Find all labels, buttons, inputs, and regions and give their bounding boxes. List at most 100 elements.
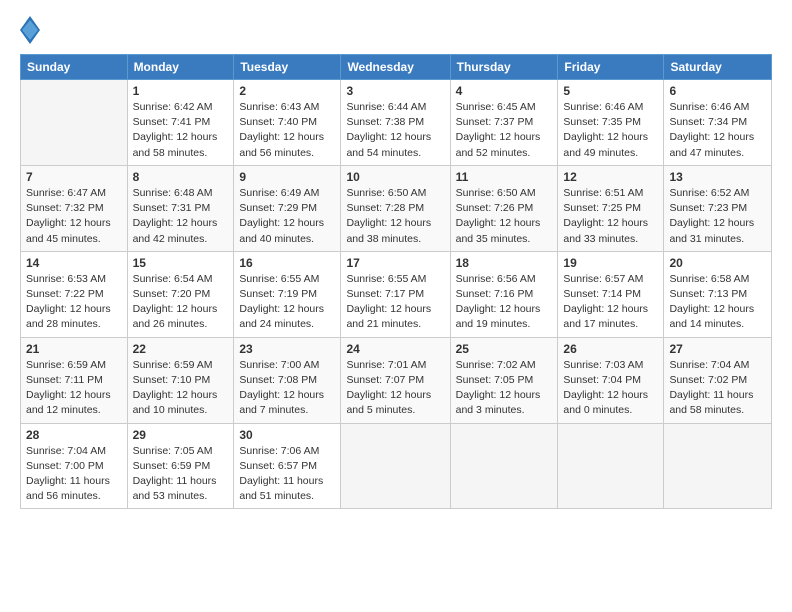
- day-info: Sunrise: 6:47 AMSunset: 7:32 PMDaylight:…: [26, 186, 122, 247]
- day-info: Sunrise: 6:58 AMSunset: 7:13 PMDaylight:…: [669, 272, 766, 333]
- day-info: Sunrise: 6:57 AMSunset: 7:14 PMDaylight:…: [563, 272, 658, 333]
- day-number: 19: [563, 256, 658, 270]
- day-info: Sunrise: 6:50 AMSunset: 7:26 PMDaylight:…: [456, 186, 553, 247]
- calendar-cell: 19 Sunrise: 6:57 AMSunset: 7:14 PMDayligh…: [558, 251, 664, 337]
- calendar-cell: 7 Sunrise: 6:47 AMSunset: 7:32 PMDaylight…: [21, 165, 128, 251]
- calendar-week-4: 21 Sunrise: 6:59 AMSunset: 7:11 PMDayligh…: [21, 337, 772, 423]
- day-number: 9: [239, 170, 335, 184]
- logo-icon: [20, 16, 40, 44]
- logo: [20, 16, 42, 44]
- calendar-cell: 25 Sunrise: 7:02 AMSunset: 7:05 PMDayligh…: [450, 337, 558, 423]
- calendar-cell: 27 Sunrise: 7:04 AMSunset: 7:02 PMDayligh…: [664, 337, 772, 423]
- weekday-header-monday: Monday: [127, 55, 234, 80]
- day-number: 15: [133, 256, 229, 270]
- calendar: SundayMondayTuesdayWednesdayThursdayFrid…: [20, 54, 772, 509]
- page-header: [20, 16, 772, 44]
- calendar-cell: 3 Sunrise: 6:44 AMSunset: 7:38 PMDaylight…: [341, 80, 450, 166]
- day-info: Sunrise: 7:04 AMSunset: 7:02 PMDaylight:…: [669, 358, 766, 419]
- calendar-cell: [664, 423, 772, 509]
- day-number: 29: [133, 428, 229, 442]
- day-number: 25: [456, 342, 553, 356]
- day-info: Sunrise: 7:00 AMSunset: 7:08 PMDaylight:…: [239, 358, 335, 419]
- day-info: Sunrise: 6:50 AMSunset: 7:28 PMDaylight:…: [346, 186, 444, 247]
- day-info: Sunrise: 7:02 AMSunset: 7:05 PMDaylight:…: [456, 358, 553, 419]
- day-number: 2: [239, 84, 335, 98]
- calendar-cell: 4Sunrise: 6:45 AMSunset: 7:37 PMDaylight…: [450, 80, 558, 166]
- day-info: Sunrise: 7:03 AMSunset: 7:04 PMDaylight:…: [563, 358, 658, 419]
- day-number: 11: [456, 170, 553, 184]
- day-info: Sunrise: 6:52 AMSunset: 7:23 PMDaylight:…: [669, 186, 766, 247]
- weekday-header-saturday: Saturday: [664, 55, 772, 80]
- day-number: 24: [346, 342, 444, 356]
- day-info: Sunrise: 6:59 AMSunset: 7:10 PMDaylight:…: [133, 358, 229, 419]
- day-number: 12: [563, 170, 658, 184]
- calendar-week-3: 14Sunrise: 6:53 AMSunset: 7:22 PMDayligh…: [21, 251, 772, 337]
- day-number: 20: [669, 256, 766, 270]
- day-info: Sunrise: 6:55 AMSunset: 7:19 PMDaylight:…: [239, 272, 335, 333]
- weekday-header-sunday: Sunday: [21, 55, 128, 80]
- calendar-cell: 8 Sunrise: 6:48 AMSunset: 7:31 PMDaylight…: [127, 165, 234, 251]
- day-number: 27: [669, 342, 766, 356]
- day-number: 17: [346, 256, 444, 270]
- day-info: Sunrise: 7:01 AMSunset: 7:07 PMDaylight:…: [346, 358, 444, 419]
- day-number: 26: [563, 342, 658, 356]
- day-number: 21: [26, 342, 122, 356]
- calendar-cell: [341, 423, 450, 509]
- calendar-cell: [558, 423, 664, 509]
- calendar-cell: 10 Sunrise: 6:50 AMSunset: 7:28 PMDayligh…: [341, 165, 450, 251]
- day-info: Sunrise: 7:06 AMSunset: 6:57 PMDaylight:…: [239, 444, 335, 505]
- weekday-header-friday: Friday: [558, 55, 664, 80]
- calendar-cell: 20 Sunrise: 6:58 AMSunset: 7:13 PMDayligh…: [664, 251, 772, 337]
- day-info: Sunrise: 7:05 AMSunset: 6:59 PMDaylight:…: [133, 444, 229, 505]
- calendar-cell: 28 Sunrise: 7:04 AMSunset: 7:00 PMDayligh…: [21, 423, 128, 509]
- calendar-week-2: 7 Sunrise: 6:47 AMSunset: 7:32 PMDaylight…: [21, 165, 772, 251]
- day-info: Sunrise: 6:46 AMSunset: 7:34 PMDaylight:…: [669, 100, 766, 161]
- day-number: 22: [133, 342, 229, 356]
- calendar-cell: 1 Sunrise: 6:42 AMSunset: 7:41 PMDaylight…: [127, 80, 234, 166]
- calendar-cell: 9 Sunrise: 6:49 AMSunset: 7:29 PMDaylight…: [234, 165, 341, 251]
- day-number: 16: [239, 256, 335, 270]
- calendar-cell: 24 Sunrise: 7:01 AMSunset: 7:07 PMDayligh…: [341, 337, 450, 423]
- calendar-cell: 6Sunrise: 6:46 AMSunset: 7:34 PMDaylight…: [664, 80, 772, 166]
- calendar-week-1: 1 Sunrise: 6:42 AMSunset: 7:41 PMDaylight…: [21, 80, 772, 166]
- day-info: Sunrise: 6:56 AMSunset: 7:16 PMDaylight:…: [456, 272, 553, 333]
- day-number: 8: [133, 170, 229, 184]
- day-info: Sunrise: 6:51 AMSunset: 7:25 PMDaylight:…: [563, 186, 658, 247]
- day-number: 3: [346, 84, 444, 98]
- day-info: Sunrise: 6:46 AMSunset: 7:35 PMDaylight:…: [563, 100, 658, 161]
- day-info: Sunrise: 6:42 AMSunset: 7:41 PMDaylight:…: [133, 100, 229, 161]
- day-info: Sunrise: 6:44 AMSunset: 7:38 PMDaylight:…: [346, 100, 444, 161]
- weekday-header-row: SundayMondayTuesdayWednesdayThursdayFrid…: [21, 55, 772, 80]
- day-info: Sunrise: 6:43 AMSunset: 7:40 PMDaylight:…: [239, 100, 335, 161]
- day-info: Sunrise: 6:48 AMSunset: 7:31 PMDaylight:…: [133, 186, 229, 247]
- day-info: Sunrise: 7:04 AMSunset: 7:00 PMDaylight:…: [26, 444, 122, 505]
- day-number: 10: [346, 170, 444, 184]
- weekday-header-thursday: Thursday: [450, 55, 558, 80]
- calendar-cell: 16 Sunrise: 6:55 AMSunset: 7:19 PMDayligh…: [234, 251, 341, 337]
- weekday-header-tuesday: Tuesday: [234, 55, 341, 80]
- calendar-cell: 15Sunrise: 6:54 AMSunset: 7:20 PMDayligh…: [127, 251, 234, 337]
- day-number: 1: [133, 84, 229, 98]
- calendar-cell: 26 Sunrise: 7:03 AMSunset: 7:04 PMDayligh…: [558, 337, 664, 423]
- calendar-cell: 13Sunrise: 6:52 AMSunset: 7:23 PMDayligh…: [664, 165, 772, 251]
- calendar-cell: [21, 80, 128, 166]
- page-container: SundayMondayTuesdayWednesdayThursdayFrid…: [0, 0, 792, 519]
- day-number: 5: [563, 84, 658, 98]
- day-number: 7: [26, 170, 122, 184]
- day-info: Sunrise: 6:59 AMSunset: 7:11 PMDaylight:…: [26, 358, 122, 419]
- calendar-cell: 22 Sunrise: 6:59 AMSunset: 7:10 PMDayligh…: [127, 337, 234, 423]
- day-number: 28: [26, 428, 122, 442]
- day-number: 30: [239, 428, 335, 442]
- weekday-header-wednesday: Wednesday: [341, 55, 450, 80]
- day-info: Sunrise: 6:45 AMSunset: 7:37 PMDaylight:…: [456, 100, 553, 161]
- calendar-cell: 5 Sunrise: 6:46 AMSunset: 7:35 PMDaylight…: [558, 80, 664, 166]
- calendar-week-5: 28 Sunrise: 7:04 AMSunset: 7:00 PMDayligh…: [21, 423, 772, 509]
- day-number: 18: [456, 256, 553, 270]
- calendar-cell: 11 Sunrise: 6:50 AMSunset: 7:26 PMDayligh…: [450, 165, 558, 251]
- calendar-cell: 17Sunrise: 6:55 AMSunset: 7:17 PMDayligh…: [341, 251, 450, 337]
- calendar-cell: [450, 423, 558, 509]
- calendar-cell: 12 Sunrise: 6:51 AMSunset: 7:25 PMDayligh…: [558, 165, 664, 251]
- day-number: 14: [26, 256, 122, 270]
- calendar-cell: 2 Sunrise: 6:43 AMSunset: 7:40 PMDaylight…: [234, 80, 341, 166]
- day-info: Sunrise: 6:49 AMSunset: 7:29 PMDaylight:…: [239, 186, 335, 247]
